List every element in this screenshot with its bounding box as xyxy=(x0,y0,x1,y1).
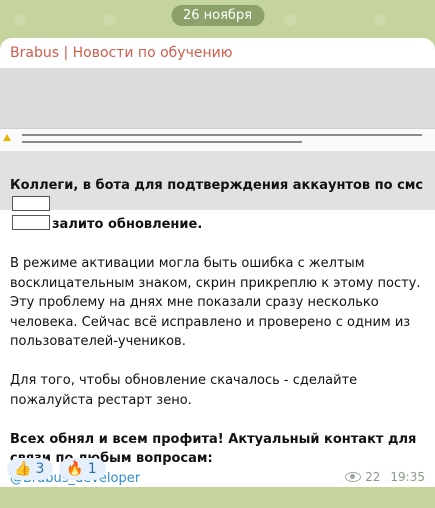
redacted-box xyxy=(12,215,50,230)
eye-icon xyxy=(345,472,362,482)
redacted-box xyxy=(12,195,50,211)
reaction-thumbs-up[interactable]: 👍 3 xyxy=(7,458,54,480)
message-meta: 22 19:35 xyxy=(345,470,425,484)
headline: Коллеги, в бота для подтверждения аккаун… xyxy=(10,176,428,235)
date-separator: 26 ноября xyxy=(170,5,265,26)
paragraph-issue: В режиме активации могла быть ошибка с ж… xyxy=(10,256,421,349)
warning-text-line xyxy=(22,141,302,143)
channel-name[interactable]: Brabus | Новости по обучению xyxy=(10,45,233,61)
timestamp: 19:35 xyxy=(390,470,425,484)
reaction-fire[interactable]: 🔥 1 xyxy=(59,458,106,480)
headline-end: залито обновление. xyxy=(52,217,203,232)
view-count: 22 xyxy=(365,470,381,484)
reactions-bar: 👍 3 🔥 1 xyxy=(7,458,106,480)
thumbs-up-icon: 👍 xyxy=(14,461,32,477)
headline-start: Коллеги, в бота для подтверждения аккаун… xyxy=(10,178,424,193)
paragraph-restart: Для того, чтобы обновление скачалось - с… xyxy=(10,373,358,408)
screenshot-top-area xyxy=(0,68,435,128)
reaction-count: 3 xyxy=(35,461,45,477)
screenshot-warning-row xyxy=(0,128,435,152)
fire-icon: 🔥 xyxy=(66,461,84,477)
warning-text-line xyxy=(22,134,422,136)
warning-icon xyxy=(3,134,11,141)
message-bubble: Brabus | Новости по обучению Коллеги, в … xyxy=(0,38,435,487)
reaction-count: 1 xyxy=(87,461,97,477)
